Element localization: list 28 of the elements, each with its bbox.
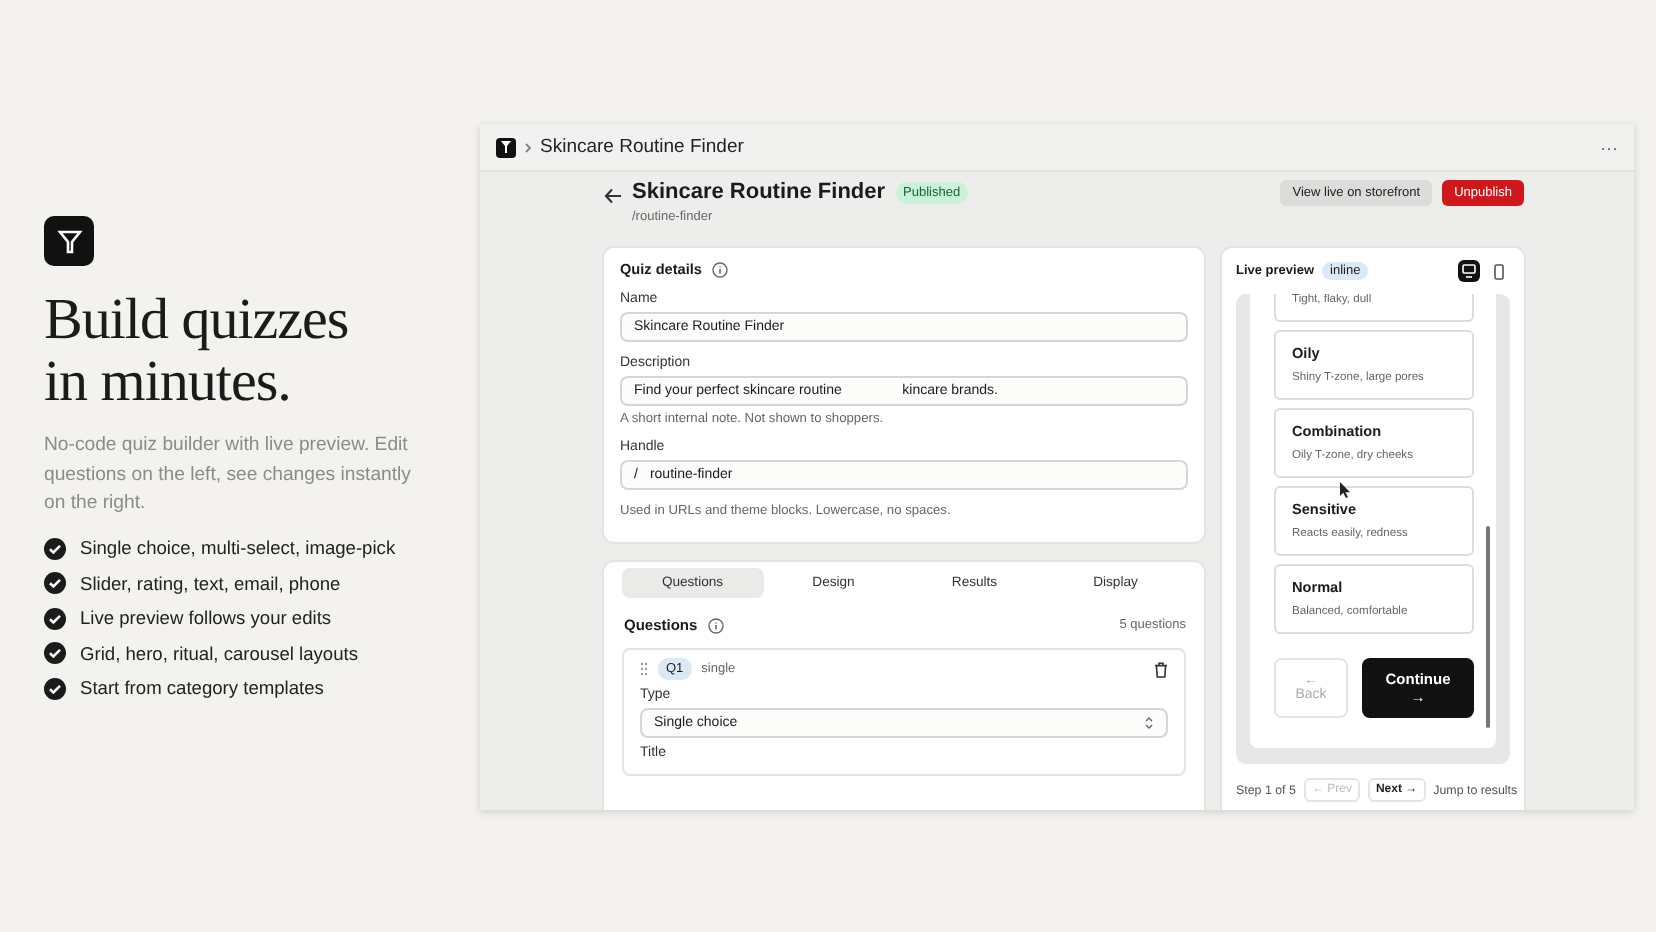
trash-icon[interactable] <box>1154 661 1168 677</box>
feature-text: Grid, hero, ritual, carousel layouts <box>80 643 358 663</box>
mouse-cursor-icon <box>1340 482 1350 498</box>
check-circle-icon <box>44 537 66 559</box>
feature-text: Single choice, multi-select, image-pick <box>80 538 396 558</box>
scrollbar[interactable] <box>1486 526 1490 728</box>
check-circle-icon <box>44 677 66 699</box>
desktop-toggle[interactable] <box>1458 260 1480 282</box>
app-logo-icon <box>496 137 516 157</box>
funnel-logo-icon <box>44 216 94 266</box>
feature-text: Slider, rating, text, email, phone <box>80 573 341 593</box>
breadcrumb-title: Skincare Routine Finder <box>540 136 744 158</box>
chevron-updown-icon <box>1144 716 1154 730</box>
subtitle: No-code quiz builder with live preview. Edit questions on the left, see changes instantly on the right. <box>44 432 413 518</box>
feature-text: Start from category templates <box>80 678 324 698</box>
check-circle-icon <box>44 642 66 664</box>
info-icon <box>707 617 724 633</box>
chevron-icon <box>524 141 532 153</box>
check-circle-icon <box>44 607 66 629</box>
headline: Build quizzes in minutes. <box>44 290 351 414</box>
more-menu-button[interactable]: ··· <box>1600 137 1618 157</box>
check-circle-icon <box>44 572 66 594</box>
quiz-title: Skincare Routine Finder <box>632 180 886 204</box>
drag-handle-icon[interactable] <box>640 662 648 676</box>
back-arrow-icon[interactable] <box>604 188 622 204</box>
mobile-toggle[interactable] <box>1488 260 1510 282</box>
info-icon <box>711 261 728 277</box>
feature-text: Live preview follows your edits <box>80 608 332 628</box>
